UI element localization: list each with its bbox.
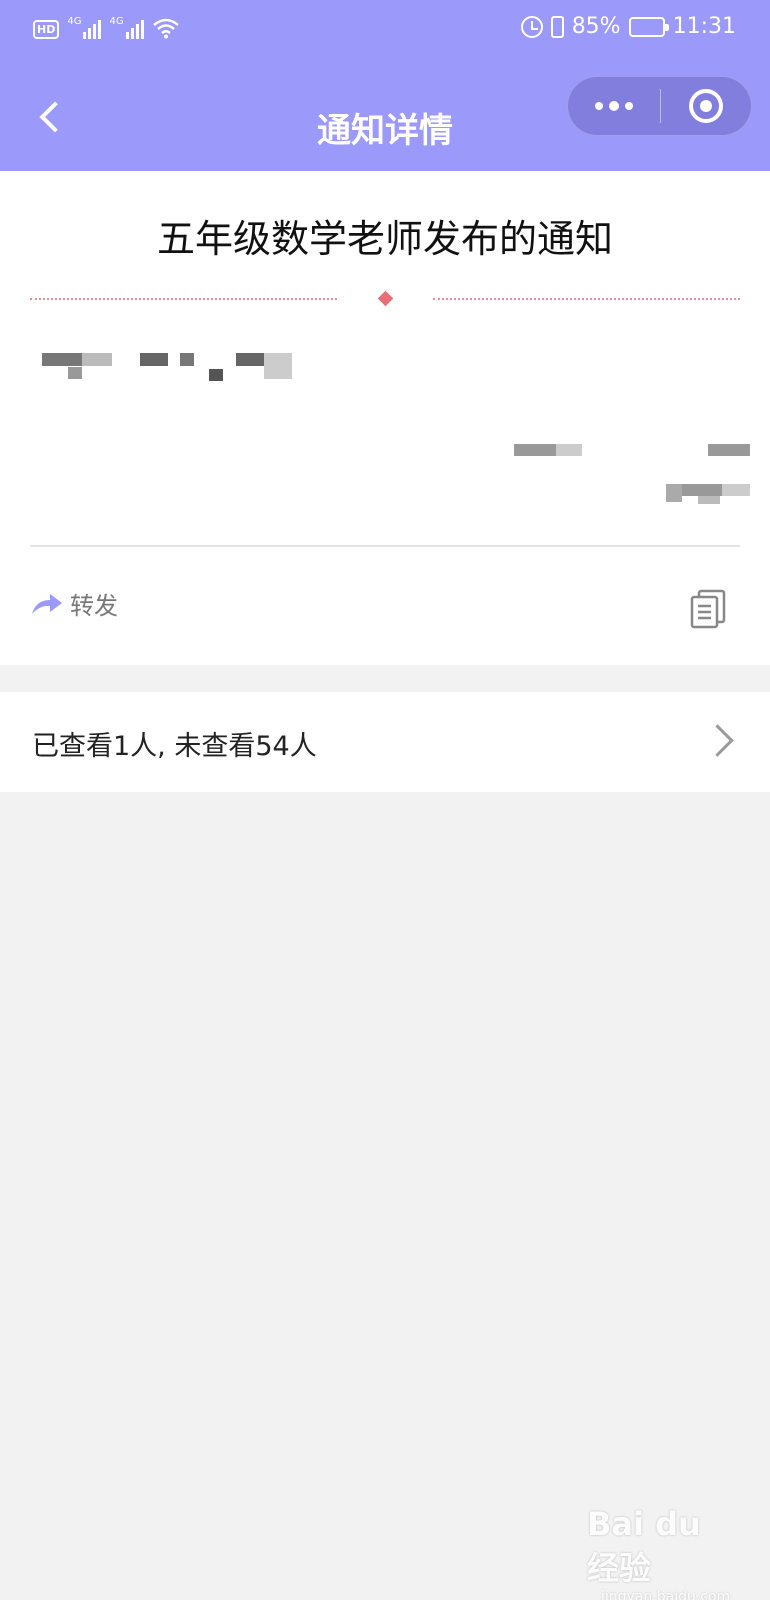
forward-button[interactable]: 转发 (30, 586, 118, 621)
divider-left (30, 298, 337, 300)
signal-icon: 4G (67, 16, 102, 39)
notice-title: 五年级数学老师发布的通知 (156, 217, 613, 261)
notice-card: 五年级数学老师发布的通知 转发 (0, 171, 770, 665)
header-bar: HD 4G 4G 85% 11:31 通知详情 (0, 0, 770, 171)
status-left: HD 4G 4G (33, 17, 180, 39)
status-right: 85% 11:31 (520, 14, 736, 39)
vibrate-icon (550, 15, 564, 38)
viewed-status-row[interactable]: 已查看1人, 未查看54人 (0, 692, 770, 792)
forward-label: 转发 (70, 592, 118, 620)
signal1-label: 4G (67, 16, 82, 27)
nav-bar: 通知详情 (0, 62, 770, 171)
viewed-count-text: 已查看1人, 未查看54人 (32, 731, 317, 762)
diamond-ornament (377, 290, 394, 307)
share-arrow-icon (32, 593, 62, 614)
content-separator (30, 545, 740, 547)
battery-percent: 85% (571, 14, 621, 39)
signal-icon-2: 4G (109, 16, 144, 39)
clock: 11:31 (672, 14, 736, 39)
miniprogram-capsule (567, 76, 752, 136)
watermark-sub: jingyan.baidu.com (601, 1589, 731, 1600)
alarm-icon (520, 15, 543, 38)
chevron-right-icon (706, 726, 730, 750)
divider-right (433, 298, 740, 300)
watermark-main: Bai du 经验 (587, 1505, 701, 1587)
battery-icon (628, 16, 669, 37)
wifi-icon (152, 18, 179, 39)
hd-indicator: HD (33, 20, 60, 39)
close-miniprogram-button[interactable] (661, 89, 751, 123)
more-dots-icon[interactable] (568, 77, 660, 135)
target-circle-icon (689, 89, 723, 123)
status-bar: HD 4G 4G 85% 11:31 (0, 0, 770, 62)
signal2-label: 4G (109, 16, 124, 27)
copy-document-icon[interactable] (690, 589, 726, 629)
baidu-watermark: Bai du 经验 jingyan.baidu.com (587, 1505, 737, 1600)
